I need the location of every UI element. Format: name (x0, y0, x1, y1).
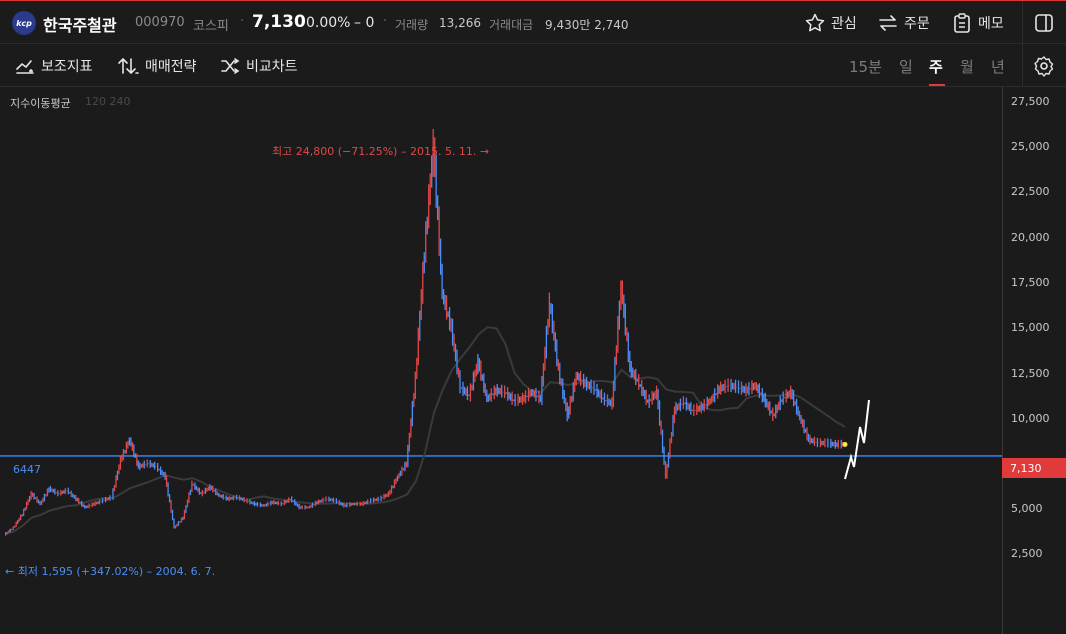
strategy-button[interactable]: 매매전략 (117, 56, 197, 76)
price-chart[interactable]: 지수이동평균 120 240 27,500 25,000 22,500 20,0… (0, 87, 1066, 634)
moving-average-line (4, 326, 846, 536)
compare-label: 비교차트 (246, 59, 298, 75)
indicator-icon (16, 60, 34, 74)
memo-label: 메모 (978, 16, 1004, 32)
memo-button[interactable]: 메모 (951, 11, 1004, 35)
star-icon (805, 13, 825, 32)
axis-tick: 12,500 (1011, 367, 1050, 380)
settings-gear-icon[interactable] (1033, 55, 1055, 77)
swap-arrows-icon (879, 15, 897, 31)
price-chart-canvas (0, 128, 1002, 536)
axis-tick: 22,500 (1011, 185, 1050, 198)
separator-dot: · (383, 14, 388, 29)
amount-value: 9,430만 2,740 (545, 18, 629, 32)
drawn-projection-line (844, 399, 870, 480)
change-rate: 0.00% (306, 15, 351, 31)
indicator-button[interactable]: 보조지표 (15, 56, 93, 76)
amount-label: 거래대금 (489, 18, 534, 32)
favorite-label: 관심 (831, 16, 857, 32)
axis-tick: 20,000 (1011, 231, 1050, 244)
volume-value: 13,266 (439, 16, 481, 30)
trade-arrows-icon (118, 57, 139, 75)
clipboard-icon (954, 13, 970, 33)
chart-toolbar: 보조지표 매매전략 비교차트 15분 일 주 월 년 (0, 44, 1066, 87)
compare-button[interactable]: 비교차트 (220, 56, 298, 76)
sidebar-toggle-icon[interactable] (1034, 13, 1054, 33)
stock-name: 한국주철관 (43, 16, 117, 35)
moving-average-label: 지수이동평균 (10, 97, 71, 110)
period-15min[interactable]: 15분 (849, 56, 882, 77)
stock-header: kcp 한국주철관 000970 코스피 · 7,130 0.00% – 0 ·… (0, 0, 1066, 44)
toolbar-divider (1022, 44, 1023, 86)
high-price-label: 최고 24,800 (−71.25%) – 2015. 5. 11. → (272, 145, 490, 158)
period-day[interactable]: 일 (899, 56, 913, 77)
market-label: 코스피 (193, 19, 229, 34)
company-logo: kcp (12, 11, 36, 35)
moving-average-periods: 120 240 (85, 95, 131, 108)
separator-dot: · (240, 14, 245, 29)
current-price: 7,130 (252, 12, 306, 32)
change-amount: – 0 (354, 15, 375, 31)
order-button[interactable]: 주문 (877, 11, 930, 35)
axis-tick: 15,000 (1011, 321, 1050, 334)
low-price-label: ← 최저 1,595 (+347.02%) – 2004. 6. 7. (5, 565, 216, 578)
shuffle-icon (221, 58, 240, 74)
favorite-button[interactable]: 관심 (804, 11, 857, 35)
axis-tick: 27,500 (1011, 95, 1050, 108)
axis-tick: 17,500 (1011, 276, 1050, 289)
axis-tick: 2,500 (1011, 547, 1043, 560)
period-week[interactable]: 주 (929, 56, 943, 77)
horizontal-line-label: 6447 (13, 463, 41, 476)
current-price-tag: 7,130 (1002, 458, 1066, 478)
axis-tick: 10,000 (1011, 412, 1050, 425)
stock-code: 000970 (135, 15, 185, 30)
order-label: 주문 (904, 16, 930, 32)
axis-tick: 25,000 (1011, 140, 1050, 153)
strategy-label: 매매전략 (145, 59, 197, 75)
header-divider (1022, 1, 1023, 44)
period-year[interactable]: 년 (991, 56, 1005, 77)
active-period-indicator (929, 84, 945, 86)
axis-tick: 5,000 (1011, 502, 1043, 515)
period-month[interactable]: 월 (960, 56, 974, 77)
current-price-marker (842, 441, 848, 447)
indicator-label: 보조지표 (41, 59, 93, 75)
volume-label: 거래량 (395, 18, 429, 32)
